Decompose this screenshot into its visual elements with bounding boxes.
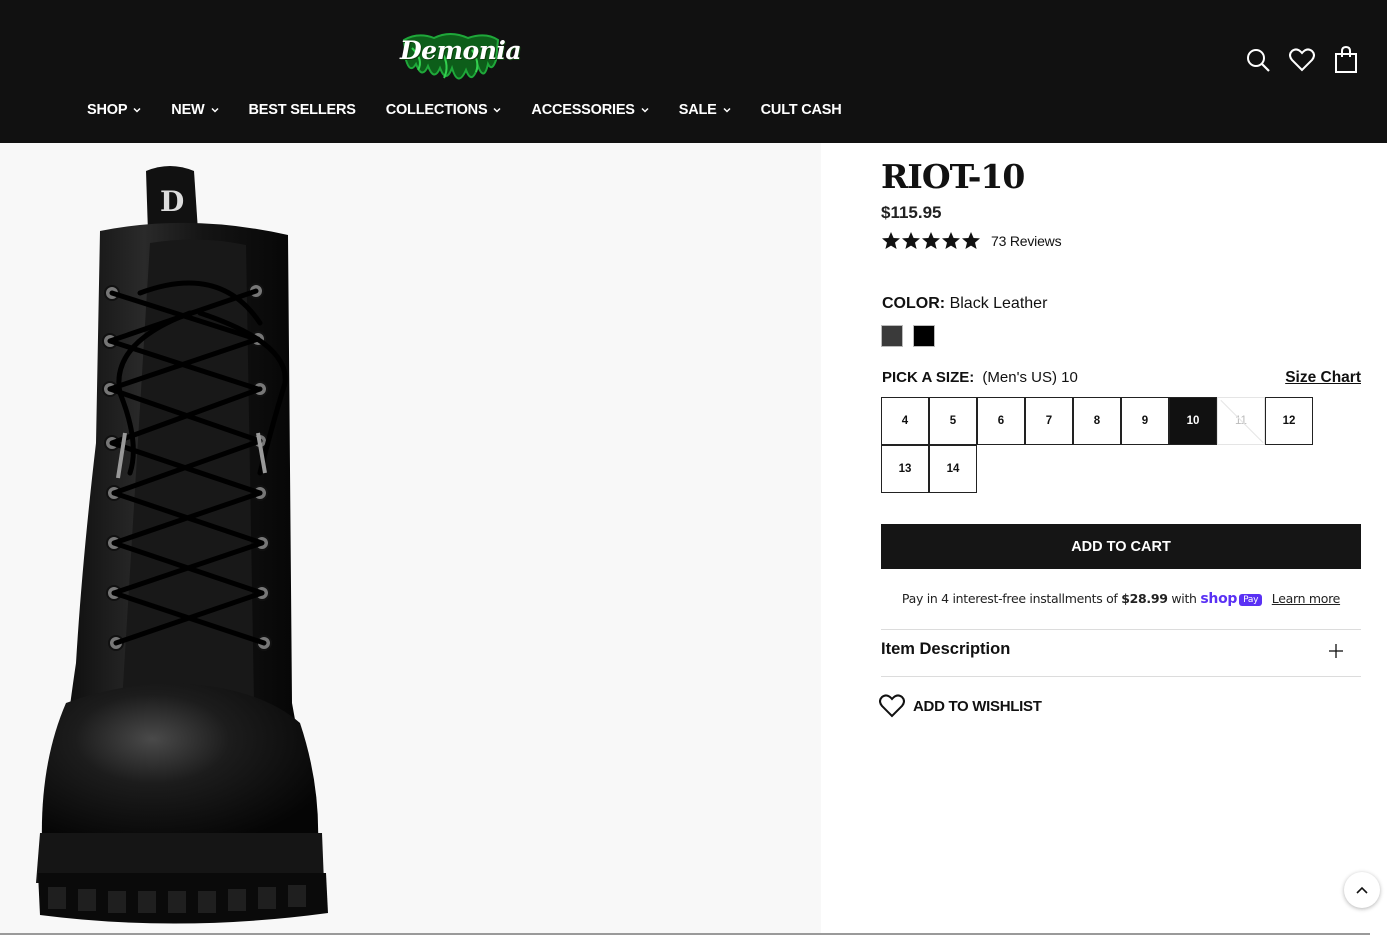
nav-item-best-sellers[interactable]: BEST SELLERS xyxy=(249,102,356,118)
shoppay-installments: Pay in 4 interest-free installments of $… xyxy=(881,591,1361,607)
nav-item-label: SHOP xyxy=(87,102,128,118)
size-option[interactable]: 9 xyxy=(1121,397,1169,445)
swatch-dark-grey[interactable] xyxy=(881,325,903,347)
size-option[interactable]: 6 xyxy=(977,397,1025,445)
shoppay-with: with xyxy=(1171,591,1197,606)
shoppay-amount: $28.99 xyxy=(1121,591,1168,606)
header-icons xyxy=(1245,46,1359,74)
shoppay-prefix: Pay in 4 interest-free installments of xyxy=(901,591,1118,606)
size-option-unavailable[interactable]: 11 xyxy=(1217,397,1265,445)
svg-text:D: D xyxy=(160,185,184,218)
nav-item-shop[interactable]: SHOP xyxy=(87,102,141,118)
learn-more-link[interactable]: Learn more xyxy=(1272,591,1341,606)
nav-item-sale[interactable]: SALE xyxy=(679,102,731,118)
search-icon[interactable] xyxy=(1245,46,1271,74)
rating-summary[interactable]: 73 Reviews xyxy=(881,231,1062,251)
brand-logo[interactable]: Demonia xyxy=(398,26,522,88)
color-swatches xyxy=(881,325,935,347)
size-option[interactable]: 4 xyxy=(881,397,929,445)
heart-icon xyxy=(879,694,905,718)
heart-icon[interactable] xyxy=(1289,46,1315,74)
half-star-icon xyxy=(962,232,980,249)
reviews-count[interactable]: 73 Reviews xyxy=(991,233,1062,249)
logo-text: Demonia xyxy=(400,36,522,65)
chevron-up-icon xyxy=(1356,886,1368,894)
size-label: PICK A SIZE: xyxy=(882,369,975,386)
star-icon xyxy=(942,232,960,249)
page-divider xyxy=(0,933,1370,935)
plus-icon xyxy=(1329,644,1343,658)
product-title: RIOT-10 xyxy=(881,157,1025,196)
chevron-down-icon xyxy=(493,107,501,113)
size-selector-label: PICK A SIZE: (Men's US) 10 Size Chart xyxy=(882,369,1361,386)
product-image-gallery[interactable]: D xyxy=(0,143,821,934)
wishlist-label: ADD TO WISHLIST xyxy=(913,697,1042,715)
shoppay-pay-badge: Pay xyxy=(1239,594,1263,606)
nav-item-label: SALE xyxy=(678,102,717,118)
add-to-cart-button[interactable]: ADD TO CART xyxy=(881,524,1361,569)
size-option-selected[interactable]: 10 xyxy=(1169,397,1217,445)
size-option[interactable]: 12 xyxy=(1265,397,1313,445)
size-option[interactable]: 8 xyxy=(1073,397,1121,445)
divider xyxy=(881,676,1361,677)
color-label: COLOR: xyxy=(882,295,946,312)
star-icon xyxy=(882,232,900,249)
size-option[interactable]: 5 xyxy=(929,397,977,445)
size-option[interactable]: 14 xyxy=(929,445,977,493)
nav-item-accessories[interactable]: ACCESSORIES xyxy=(531,102,649,118)
product-price: $115.95 xyxy=(881,203,942,222)
nav-item-label: CULT CASH xyxy=(760,102,842,118)
chevron-down-icon xyxy=(211,107,219,113)
nav-item-label: ACCESSORIES xyxy=(531,102,635,118)
size-option[interactable]: 7 xyxy=(1025,397,1073,445)
nav-item-cult-cash[interactable]: CULT CASH xyxy=(761,102,842,118)
color-value: Black Leather xyxy=(949,295,1048,312)
item-description-accordion[interactable]: Item Description xyxy=(881,630,1361,676)
chevron-down-icon xyxy=(641,107,649,113)
color-selector-label: COLOR: Black Leather xyxy=(882,295,1047,313)
nav-item-collections[interactable]: COLLECTIONS xyxy=(386,102,502,118)
nav-item-new[interactable]: NEW xyxy=(171,102,219,118)
size-option[interactable]: 13 xyxy=(881,445,929,493)
back-to-top-button[interactable] xyxy=(1344,872,1380,908)
star-rating xyxy=(881,231,981,251)
nav-item-label: BEST SELLERS xyxy=(248,102,356,118)
star-icon xyxy=(902,232,920,249)
main-nav: SHOP NEW BEST SELLERS COLLECTIONS ACCESS… xyxy=(87,102,872,118)
add-to-wishlist-button[interactable]: ADD TO WISHLIST xyxy=(879,694,1042,718)
nav-item-label: NEW xyxy=(171,102,205,118)
item-description-title: Item Description xyxy=(881,640,1011,658)
nav-item-label: COLLECTIONS xyxy=(385,102,488,118)
swatch-black[interactable] xyxy=(913,325,935,347)
chevron-down-icon xyxy=(723,107,731,113)
star-icon xyxy=(922,232,940,249)
site-header: Demonia SHOP NEW BEST SELLERS COLLECTION… xyxy=(0,0,1387,143)
size-value: (Men's US) 10 xyxy=(982,369,1078,386)
boot-image: D xyxy=(36,166,328,924)
chevron-down-icon xyxy=(133,107,141,113)
shoppay-logo: shop xyxy=(1200,591,1238,607)
shopping-bag-icon[interactable] xyxy=(1333,46,1359,74)
size-chart-link[interactable]: Size Chart xyxy=(1285,369,1361,387)
